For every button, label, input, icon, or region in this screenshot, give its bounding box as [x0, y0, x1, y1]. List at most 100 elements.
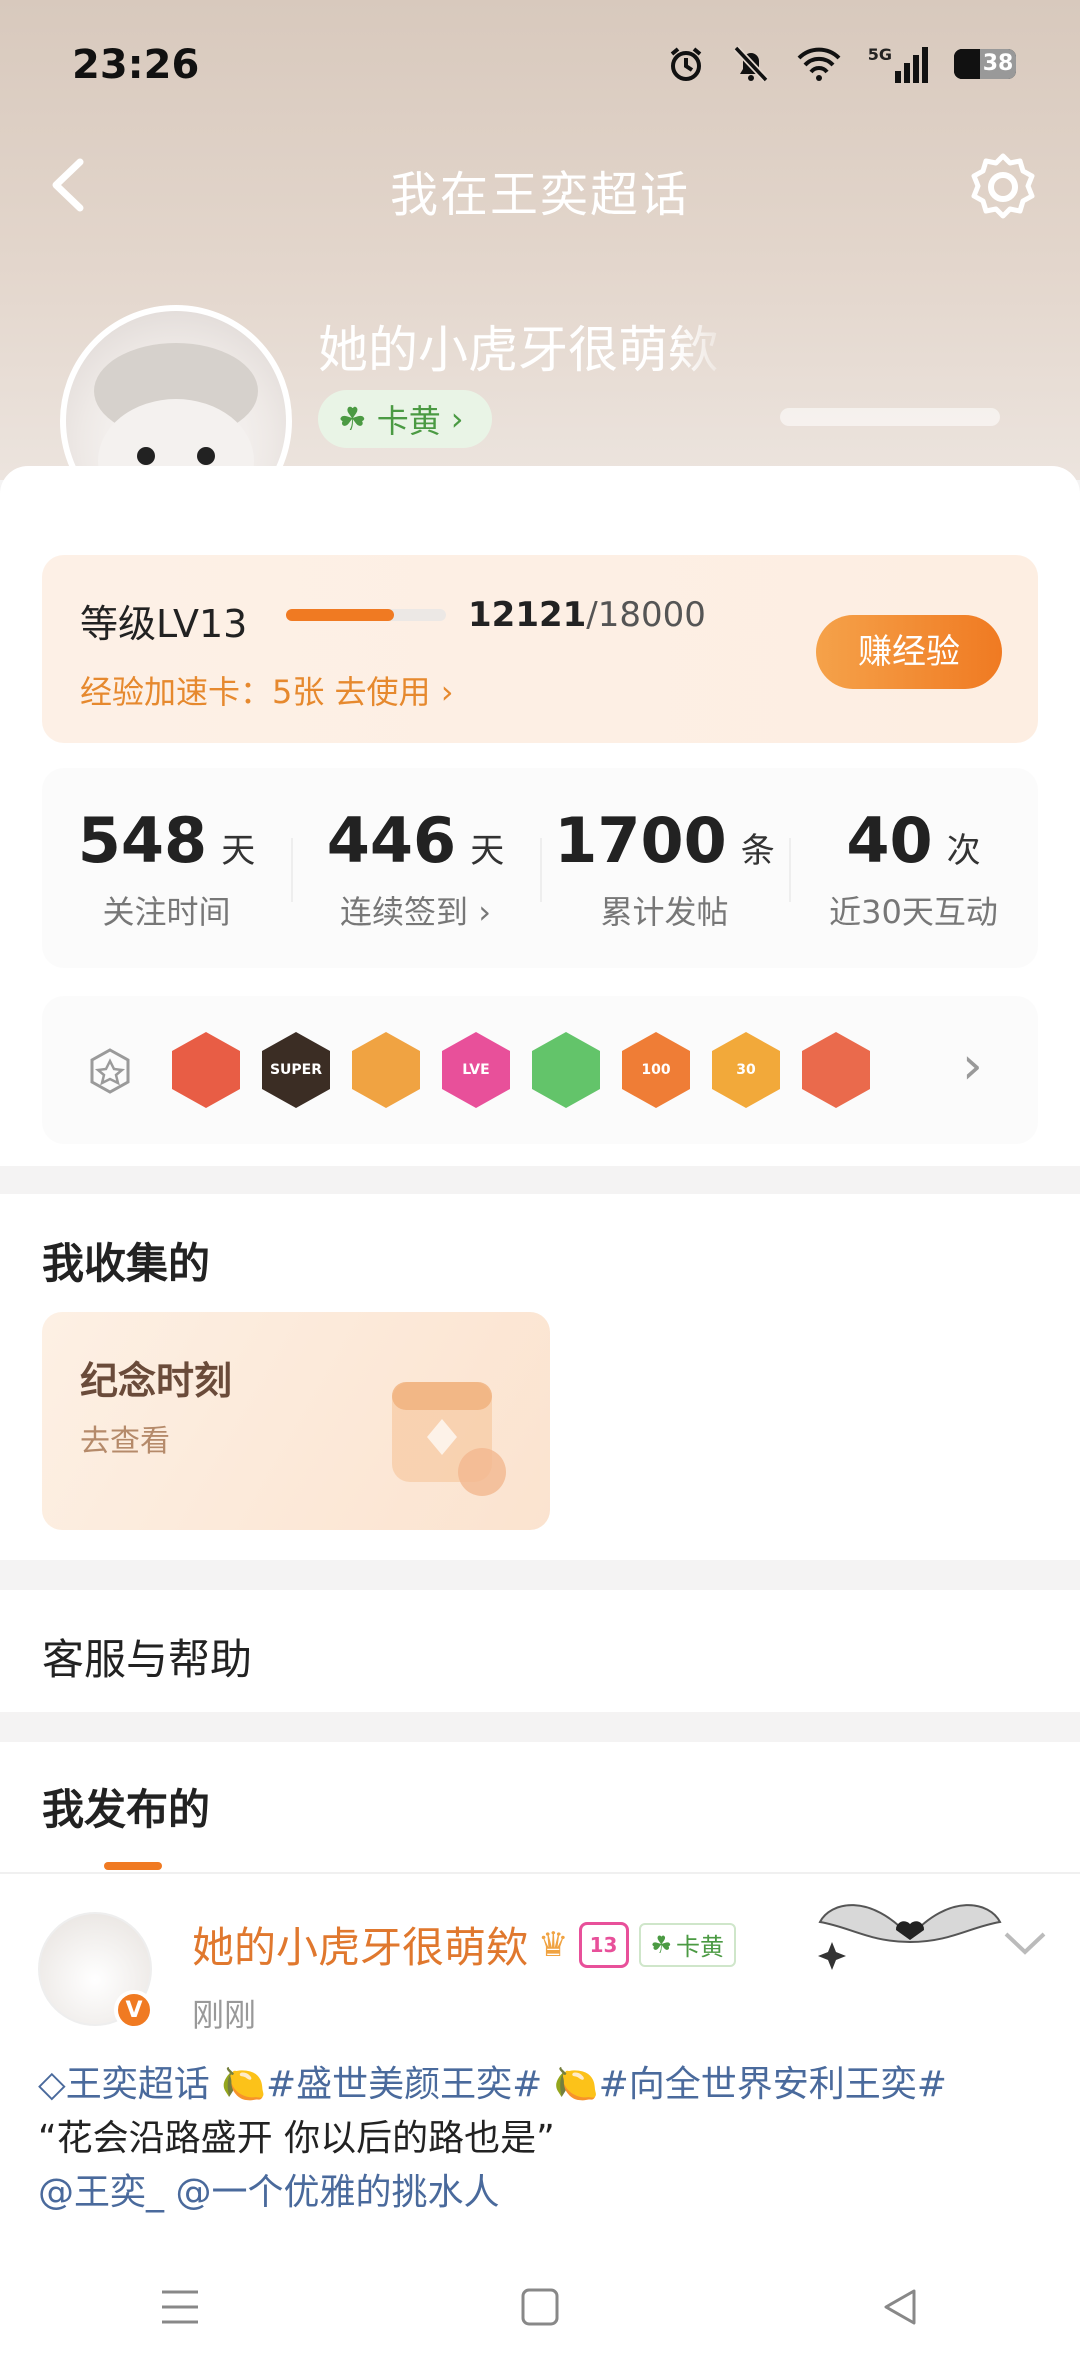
battery-icon: 38	[954, 49, 1016, 79]
post-verified-badge: V	[114, 1990, 154, 2030]
wifi-icon	[797, 47, 841, 81]
collection-section: 我收集的 纪念时刻 去查看	[0, 1194, 1080, 1560]
post-body: ◇王奕超话 🍋#盛世美颜王奕# 🍋#向全世界安利王奕# “花会沿路盛开 你以后的…	[38, 2058, 1048, 2220]
chevron-right-icon: ›	[440, 673, 454, 711]
love-badge-icon[interactable]: LVE	[442, 1032, 510, 1108]
badge-strip[interactable]: SUPER LVE 100 30 ›	[42, 996, 1038, 1144]
level-exp: 12121/18000	[468, 595, 706, 635]
divider	[0, 1872, 1080, 1874]
stat-item[interactable]: 446 天连续签到 ›	[291, 768, 540, 968]
posts-tab[interactable]: 我发布的	[42, 1776, 210, 1837]
post-author[interactable]: 她的小虎牙很萌欸	[192, 1914, 528, 1975]
medal-outline-icon	[90, 1048, 130, 1094]
stat-label: 近30天互动	[829, 887, 998, 933]
memorial-card-title: 纪念时刻	[80, 1359, 233, 1403]
stat-divider	[291, 838, 293, 902]
level-label: 等级LV13	[80, 602, 248, 646]
post-quote: “花会沿路盛开 你以后的路也是”	[38, 2118, 555, 2159]
boost-card-link[interactable]: 经验加速卡：5张 去使用 ›	[80, 667, 454, 713]
network-type: 5G	[867, 45, 892, 64]
membership-pill[interactable]: ☘ 卡黄 ›	[318, 390, 492, 448]
mute-bell-icon	[733, 45, 769, 83]
hashtag-link[interactable]: #盛世美颜王奕#	[266, 2064, 542, 2105]
calendar-illustration-icon	[392, 1382, 506, 1496]
stat-label-text: 关注时间	[102, 892, 231, 931]
mention-link[interactable]: @一个优雅的挑水人	[175, 2172, 499, 2213]
status-time: 23:26	[72, 42, 200, 88]
100-days-badge-icon[interactable]: 100	[622, 1032, 690, 1108]
help-section[interactable]: 客服与帮助	[0, 1590, 1080, 1712]
memorial-card-action: 去查看	[80, 1424, 170, 1459]
menu-icon[interactable]	[160, 2288, 200, 2326]
lemon-icon: 🍋	[553, 2064, 599, 2105]
alarm-icon	[670, 47, 702, 81]
stat-label-text: 连续签到	[340, 892, 469, 931]
chevron-down-icon[interactable]	[1002, 1928, 1048, 1958]
home-square-icon[interactable]	[520, 2287, 560, 2327]
posts-tab-indicator	[104, 1862, 162, 1870]
help-title: 客服与帮助	[42, 1635, 253, 1684]
hashtag-link[interactable]: #向全世界安利王奕#	[599, 2064, 947, 2105]
post-mentions: @王奕_ @一个优雅的挑水人	[38, 2166, 1048, 2220]
mention-link[interactable]: @王奕_	[38, 2172, 164, 2213]
collection-title: 我收集的	[42, 1239, 211, 1288]
profile-username: 她的小虎牙很萌欸	[318, 321, 718, 379]
level-panel: 等级LV13 12121/18000 经验加速卡：5张 去使用 › 赚经验	[42, 555, 1038, 743]
stat-label: 累计发帖	[600, 887, 728, 933]
post-header: 她的小虎牙很萌欸 ♛ 13 ☘ 卡黄	[192, 1914, 737, 1975]
membership-tag: ☘ 卡黄	[638, 1922, 737, 1967]
badge-text: LVE	[462, 1062, 490, 1078]
topic-link[interactable]: ◇王奕超话	[38, 2064, 210, 2105]
signal-5g-icon: 5G	[868, 45, 928, 83]
memorial-moments-card[interactable]: 纪念时刻 去查看	[42, 1312, 550, 1530]
level-badge-value: 13	[589, 1932, 618, 1957]
stat-label-text: 近30天互动	[829, 892, 998, 931]
system-navigation-bar	[0, 2240, 1080, 2373]
post-tags-line: ◇王奕超话 🍋#盛世美颜王奕# 🍋#向全世界安利王奕#	[38, 2058, 1048, 2112]
battery-level: 38	[980, 49, 1016, 79]
rock-hand-badge-icon[interactable]	[802, 1032, 870, 1108]
chevron-right-icon: ›	[468, 892, 491, 931]
boost-text: 经验加速卡：5张 去使用	[80, 673, 431, 711]
stat-item: 548 天关注时间	[42, 768, 291, 968]
clover-icon: ☘	[338, 400, 367, 438]
stat-label: 连续签到 ›	[340, 887, 491, 933]
membership-label: 卡黄	[376, 402, 441, 440]
post-time: 刚刚	[192, 1996, 257, 2034]
exp-total: /18000	[586, 595, 706, 635]
decorative-wings-icon	[818, 1904, 1002, 1970]
stat-unit: 天	[470, 830, 505, 871]
30-days-badge-icon[interactable]: 30	[712, 1032, 780, 1108]
level-progress-fill	[286, 609, 394, 621]
crown-badge-icon[interactable]	[352, 1032, 420, 1108]
stat-unit: 次	[946, 830, 981, 871]
crown-badge-icon: ♛	[538, 1924, 569, 1965]
stat-value: 40	[846, 803, 933, 877]
settings-gear-icon[interactable]	[966, 150, 1040, 224]
badge-text: 30	[736, 1062, 756, 1078]
hand-badge-icon[interactable]	[532, 1032, 600, 1108]
level-progress-track	[286, 609, 446, 621]
stat-item: 1700 条累计发帖	[540, 768, 789, 968]
membership-tag-label: 卡黄	[676, 1933, 725, 1961]
stat-value: 446	[326, 803, 457, 877]
topic-name: 王奕超话	[65, 2064, 210, 2105]
header-decoration	[780, 408, 1000, 426]
lemon-icon: 🍋	[221, 2064, 266, 2105]
stat-unit: 天	[221, 830, 256, 871]
status-icons: 5G 38	[666, 44, 1016, 84]
stat-item: 40 次近30天互动	[789, 768, 1038, 968]
stat-divider	[540, 838, 542, 902]
earn-exp-button[interactable]: 赚经验	[816, 615, 1002, 689]
back-triangle-icon[interactable]	[880, 2287, 920, 2327]
chevron-right-icon: ›	[962, 1036, 983, 1096]
posts-section: 我发布的 V 她的小虎牙很萌欸 ♛ 13 ☘ 卡黄 刚刚 ◇王奕超话 🍋#盛世美…	[0, 1742, 1080, 2242]
stat-label-text: 累计发帖	[600, 892, 729, 931]
stat-divider	[789, 838, 791, 902]
stat-label: 关注时间	[102, 887, 230, 933]
tiger-badge-icon[interactable]	[172, 1032, 240, 1108]
badge-text: SUPER	[269, 1062, 323, 1078]
stats-panel: 548 天关注时间 446 天连续签到 › 1700 条累计发帖 40 次近30天互动	[42, 768, 1038, 968]
exp-current: 12121	[468, 595, 587, 635]
super-crown-badge-icon[interactable]: SUPER	[262, 1032, 330, 1108]
